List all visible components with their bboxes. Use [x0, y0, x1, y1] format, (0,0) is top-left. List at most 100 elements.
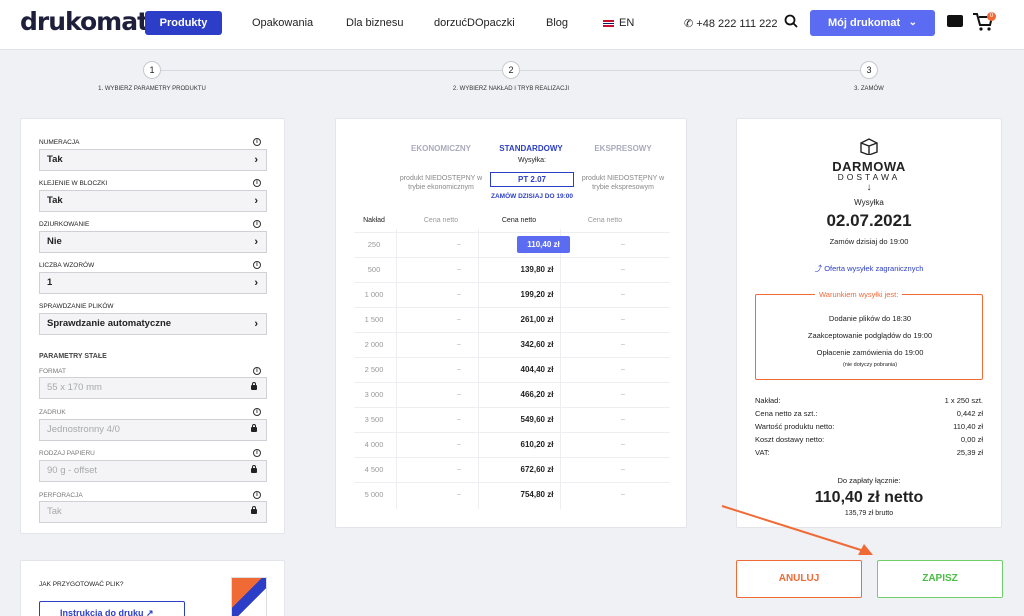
howto-card: JAK PRZYGOTOWAĆ PLIK? Instrukcja do druk…: [20, 560, 285, 616]
fixed-params-title: PARAMETRY STAŁE: [39, 353, 107, 360]
exp-price: –: [621, 316, 625, 323]
info-icon[interactable]: i: [253, 367, 261, 375]
table-row[interactable]: 250 – 110,40 zł –: [354, 232, 670, 256]
condition-item: Dodanie plików do 18:30: [828, 314, 912, 323]
save-button[interactable]: ZAPISZ: [877, 560, 1003, 598]
tab-ekspresowy[interactable]: EKSPRESOWY: [578, 144, 668, 153]
instructions-button[interactable]: Instrukcja do druku ↗: [39, 601, 185, 616]
format-field: 55 x 170 mm: [39, 377, 267, 399]
summary-line: Cena netto za szt.: 0,442 zł: [755, 409, 983, 418]
std-price[interactable]: 199,20 zł: [496, 283, 578, 307]
exp-price: –: [621, 341, 625, 348]
table-row[interactable]: 2 000 – 342,60 zł –: [354, 332, 670, 356]
std-price[interactable]: 404,40 zł: [496, 358, 578, 382]
order-today-note: ZAMÓW DZISIAJ DO 19:00: [491, 193, 573, 200]
external-link-icon: ↗: [146, 608, 154, 616]
lock-icon: [251, 382, 257, 390]
nav-link-packaging[interactable]: Opakowania: [252, 17, 313, 29]
format-label: FORMAT: [39, 368, 66, 375]
cancel-button[interactable]: ANULUJ: [736, 560, 862, 598]
mail-icon[interactable]: [947, 15, 963, 27]
klejenie-select[interactable]: Tak ›: [39, 190, 267, 212]
zadruk-field: Jednostronny 4/0: [39, 419, 267, 441]
table-row[interactable]: 4 500 – 672,60 zł –: [354, 457, 670, 481]
tab-ekonomiczny[interactable]: EKONOMICZNY: [396, 144, 486, 153]
sprawdzanie-value: Sprawdzanie automatyczne: [47, 318, 172, 329]
table-row[interactable]: 3 000 – 466,20 zł –: [354, 382, 670, 406]
std-price[interactable]: 549,60 zł: [496, 408, 578, 432]
info-icon[interactable]: i: [253, 220, 261, 228]
summary-line: VAT: 25,39 zł: [755, 448, 983, 457]
step-2-circle: 2: [502, 61, 520, 79]
std-price[interactable]: 466,20 zł: [496, 383, 578, 407]
my-account-button[interactable]: Mój drukomat ⌄: [810, 10, 935, 36]
std-price[interactable]: 610,20 zł: [496, 433, 578, 457]
international-shipping-link[interactable]: ⤴ Oferta wysyłek zagranicznych: [737, 263, 1001, 274]
file-guide-illustration: [231, 577, 267, 616]
papier-field: 90 g - offset: [39, 460, 267, 482]
zadruk-value: Jednostronny 4/0: [47, 424, 120, 435]
phone-icon: ✆: [684, 18, 694, 30]
dziurkowanie-select[interactable]: Nie ›: [39, 231, 267, 253]
step-1-circle: 1: [143, 61, 161, 79]
info-icon[interactable]: i: [253, 261, 261, 269]
logo[interactable]: drukomat.: [20, 7, 158, 36]
tab-standardowy[interactable]: STANDARDOWY: [485, 144, 577, 153]
nav-link-addons[interactable]: dorzućDOpaczki: [434, 17, 515, 29]
info-icon[interactable]: i: [253, 408, 261, 416]
total-label: Do zapłaty łącznie:: [837, 476, 901, 485]
phone-number: +48 222 111 222: [696, 18, 778, 30]
perforacja-value: Tak: [47, 506, 62, 517]
uk-flag-icon: [603, 19, 614, 27]
table-row[interactable]: 1 000 – 199,20 zł –: [354, 282, 670, 306]
std-price[interactable]: 672,60 zł: [496, 458, 578, 482]
info-icon[interactable]: i: [253, 449, 261, 457]
products-button[interactable]: Produkty: [145, 11, 222, 35]
language-switch[interactable]: EN: [603, 17, 634, 29]
ship-link-icon: ⤴: [814, 264, 823, 273]
sprawdzanie-select[interactable]: Sprawdzanie automatyczne ›: [39, 313, 267, 335]
quantity: 3 000: [364, 390, 384, 399]
table-row[interactable]: 5 000 – 754,80 zł –: [354, 482, 670, 506]
howto-title: JAK PRZYGOTOWAĆ PLIK?: [39, 581, 124, 588]
my-account-label: Mój drukomat: [828, 17, 901, 29]
eko-price: –: [457, 466, 461, 473]
phone-link[interactable]: ✆ +48 222 111 222: [684, 17, 778, 30]
exp-price: –: [621, 241, 625, 248]
table-row[interactable]: 3 500 – 549,60 zł –: [354, 407, 670, 431]
conditions-title: Warunkiem wysyłki jest:: [815, 290, 903, 299]
std-price[interactable]: 139,80 zł: [496, 258, 578, 282]
info-icon[interactable]: i: [253, 179, 261, 187]
info-icon[interactable]: i: [253, 491, 261, 499]
search-icon[interactable]: [784, 14, 798, 28]
quantity: 4 500: [364, 465, 384, 474]
table-row[interactable]: 1 500 – 261,00 zł –: [354, 307, 670, 331]
lock-icon: [251, 465, 257, 473]
dziurkowanie-value: Nie: [47, 236, 62, 247]
perforacja-field: Tak: [39, 501, 267, 523]
numeracja-value: Tak: [47, 154, 63, 165]
std-price[interactable]: 261,00 zł: [496, 308, 578, 332]
summary-line: Koszt dostawy netto: 0,00 zł: [755, 435, 983, 444]
table-row[interactable]: 500 – 139,80 zł –: [354, 257, 670, 281]
quantity: 1 500: [364, 315, 384, 324]
numeracja-select[interactable]: Tak ›: [39, 149, 267, 171]
eko-price: –: [457, 241, 461, 248]
wzory-select[interactable]: 1 ›: [39, 272, 267, 294]
table-row[interactable]: 4 000 – 610,20 zł –: [354, 432, 670, 456]
nav-link-blog[interactable]: Blog: [546, 17, 568, 29]
line-key: Wartość produktu netto:: [755, 422, 835, 431]
info-icon[interactable]: i: [253, 138, 261, 146]
selected-price[interactable]: 110,40 zł: [517, 236, 570, 253]
line-value: 0,00 zł: [960, 435, 983, 444]
arrow-down-icon: ↓: [866, 182, 872, 193]
std-price[interactable]: 754,80 zł: [496, 483, 578, 507]
nav-link-business[interactable]: Dla biznesu: [346, 17, 403, 29]
language-label: EN: [619, 17, 635, 29]
chevron-down-icon: ⌄: [908, 17, 917, 28]
format-value: 55 x 170 mm: [47, 382, 102, 393]
ship-date-badge: PT 2.07: [490, 172, 574, 187]
std-price[interactable]: 342,60 zł: [496, 333, 578, 357]
table-row[interactable]: 2 500 – 404,40 zł –: [354, 357, 670, 381]
quantity: 2 000: [364, 340, 384, 349]
